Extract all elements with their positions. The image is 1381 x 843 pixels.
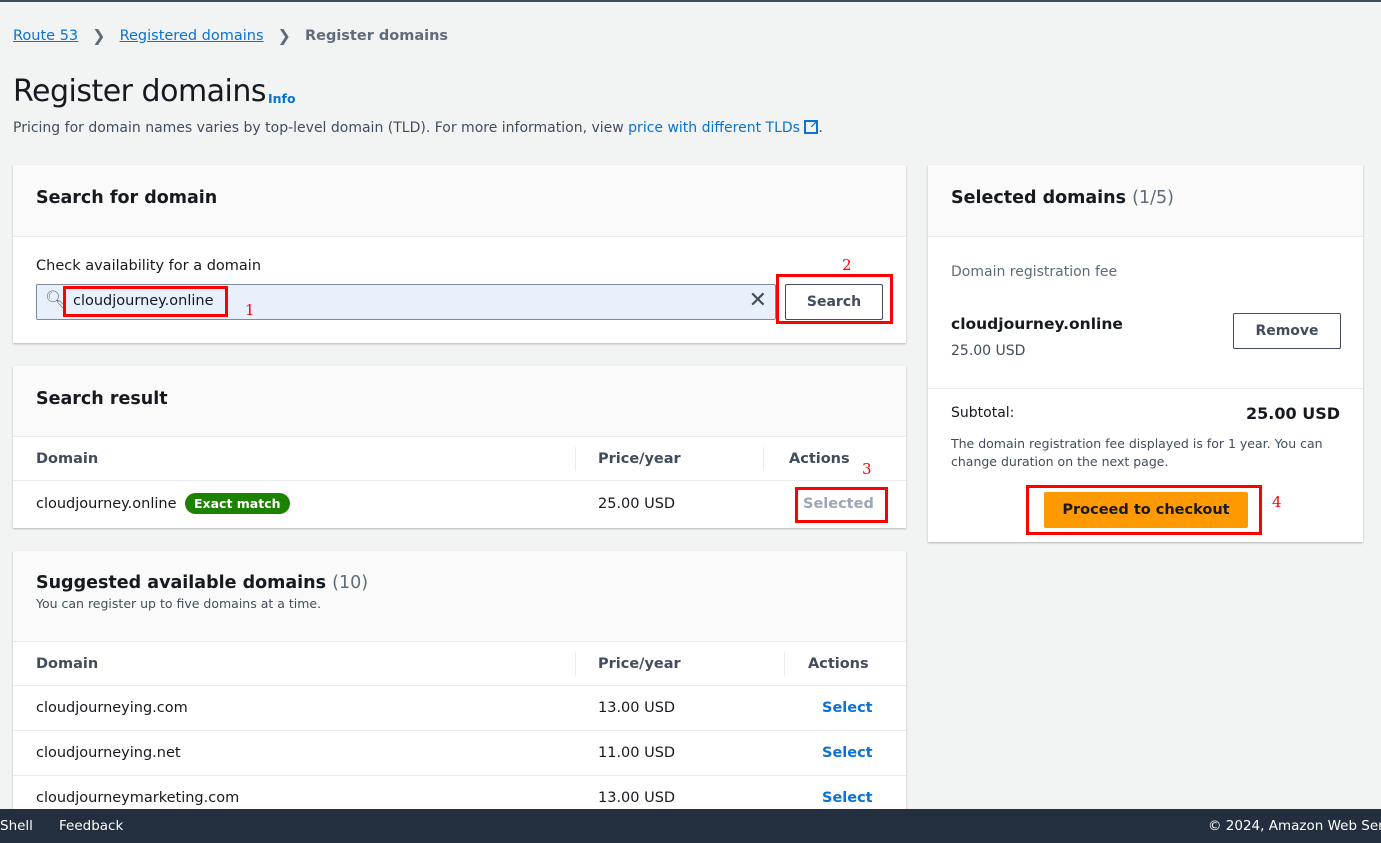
price: 13.00 USD [598, 700, 676, 716]
annotation-number-2: 2 [842, 256, 852, 274]
annotation-number-4: 4 [1272, 493, 1282, 511]
select-button[interactable]: Select [822, 700, 873, 716]
suggested-title: Suggested available domains [36, 573, 327, 593]
breadcrumb-route53[interactable]: Route 53 [13, 28, 78, 44]
price: 11.00 USD [598, 745, 676, 761]
column-domain: Domain [36, 450, 99, 467]
suggested-subtitle: You can register up to five domains at a… [36, 596, 322, 611]
search-result-title: Search result [36, 389, 168, 409]
selected-title: Selected domains [951, 188, 1127, 208]
annotation-box-1 [63, 286, 228, 317]
price: 25.00 USD [598, 495, 676, 512]
search-result-card: Search result Domain Price/year Actions … [13, 366, 906, 528]
annotation-box-3 [795, 487, 888, 523]
search-card-title: Search for domain [36, 188, 218, 208]
table-header: Domain Price/year Actions [13, 437, 906, 481]
tld-price-link[interactable]: price with different TLDs [628, 120, 800, 136]
breadcrumb-registered-domains[interactable]: Registered domains [120, 28, 264, 44]
select-button[interactable]: Select [822, 790, 873, 806]
select-button[interactable]: Select [822, 745, 873, 761]
fee-label: Domain registration fee [951, 264, 1118, 280]
annotation-box-2 [776, 274, 893, 324]
page-description: Pricing for domain names varies by top-l… [13, 118, 823, 136]
column-divider [575, 652, 576, 676]
table-row: cloudjourney.online Exact match 25.00 US… [13, 481, 906, 526]
feedback-link[interactable]: Feedback [59, 818, 123, 834]
annotation-number-1: 1 [245, 301, 255, 319]
description-end: . [818, 120, 823, 136]
annotation-box-4 [1026, 485, 1262, 535]
external-link-icon[interactable]: ↗ [804, 118, 819, 134]
column-divider [575, 447, 576, 471]
shell-link[interactable]: Shell [0, 818, 33, 834]
column-price: Price/year [598, 655, 681, 672]
column-actions: Actions [789, 450, 850, 467]
exact-match-badge: Exact match [185, 493, 290, 514]
annotation-number-3: 3 [862, 460, 872, 478]
remove-button[interactable]: Remove [1233, 313, 1341, 349]
search-label: Check availability for a domain [36, 258, 262, 274]
domain-name: cloudjourneying.com [36, 700, 188, 716]
chevron-right-icon: ❯ [277, 26, 291, 45]
domain-name: cloudjourney.online [36, 495, 177, 512]
domain-name: cloudjourneying.net [36, 745, 181, 761]
selected-price: 25.00 USD [951, 343, 1026, 359]
page-title: Register domains [13, 74, 267, 109]
subtotal-label: Subtotal: [951, 405, 1015, 421]
footer: Shell Feedback © 2024, Amazon Web Servic [0, 809, 1381, 843]
copyright: © 2024, Amazon Web Servic [1208, 818, 1381, 834]
selected-count: (1/5) [1132, 188, 1174, 208]
subtotal-value: 25.00 USD [1246, 404, 1340, 423]
chevron-right-icon: ❯ [92, 26, 106, 45]
breadcrumb: Route 53 ❯ Registered domains ❯ Register… [13, 26, 448, 45]
price: 13.00 USD [598, 790, 676, 806]
info-link[interactable]: Info [268, 91, 296, 106]
clear-icon[interactable]: ✕ [749, 288, 767, 313]
table-row: cloudjourneying.com 13.00 USD Select [13, 686, 906, 731]
column-divider [763, 447, 764, 471]
suggested-domains-card: Suggested available domains (10) You can… [13, 551, 906, 821]
divider [928, 388, 1363, 389]
description-text: Pricing for domain names varies by top-l… [13, 120, 629, 136]
column-divider [784, 652, 785, 676]
domain-name: cloudjourneymarketing.com [36, 790, 240, 806]
table-row: cloudjourneying.net 11.00 USD Select [13, 731, 906, 776]
suggested-count: (10) [332, 573, 369, 593]
column-actions: Actions [808, 655, 869, 672]
duration-note: The domain registration fee displayed is… [951, 436, 1323, 469]
breadcrumb-current: Register domains [304, 27, 449, 44]
table-header: Domain Price/year Actions [13, 642, 906, 686]
top-border [0, 0, 1381, 2]
column-domain: Domain [36, 655, 99, 672]
column-price: Price/year [598, 450, 681, 467]
selected-domain: cloudjourney.online [951, 315, 1123, 333]
